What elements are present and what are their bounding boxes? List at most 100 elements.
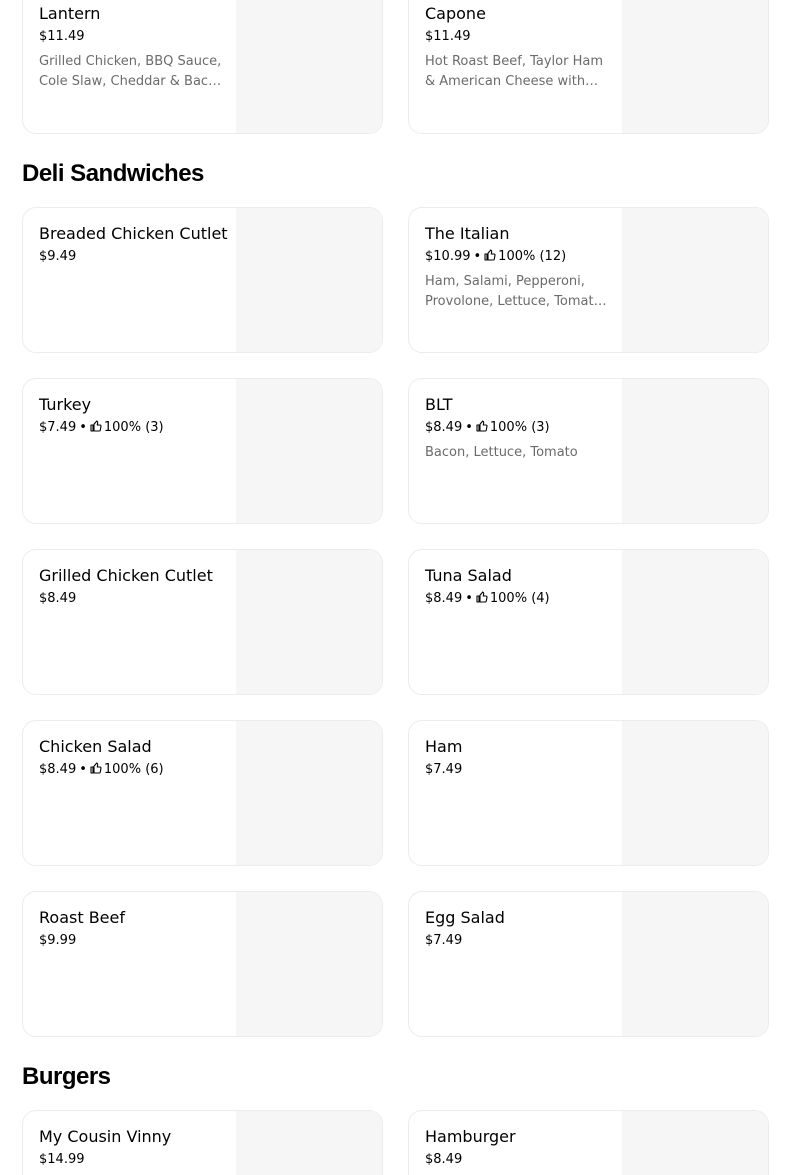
item-price: $7.49 [39,420,77,435]
item-rating: 100% (3) [103,420,164,435]
item-image [622,892,768,1036]
item-meta: $7.49 • 100% (3) [39,419,225,437]
item-price: $10.99 [425,249,471,264]
menu-item-card-capone[interactable]: Capone $11.49 Hot Roast Beef, Taylor Ham… [408,0,769,134]
item-name: Turkey [39,395,92,414]
item-meta: $14.99 [39,1151,225,1169]
item-name: My Cousin Vinny [39,1127,172,1146]
card-info: Tuna Salad $8.49 • 100% (4) [425,565,611,608]
item-price: $8.49 [425,420,463,435]
item-price: $11.49 [39,29,85,44]
item-price: $8.49 [39,762,77,777]
menu-item-card-the-italian[interactable]: The Italian $10.99 • 100% (12) Ham, Salami… [408,207,769,353]
item-name: BLT [425,395,453,414]
card-info: Turkey $7.49 • 100% (3) [39,394,225,437]
item-name: Chicken Salad [39,737,152,756]
item-description: Grilled Chicken, BBQ Sauce, Cole Slaw, C… [39,54,225,89]
menu-item-card-grilled-chicken-cutlet[interactable]: Grilled Chicken Cutlet $8.49 [22,549,383,695]
item-description: Hot Roast Beef, Taylor Ham & American Ch… [425,54,603,89]
item-name: Breaded Chicken Cutlet [39,224,228,243]
card-info: BLT $8.49 • 100% (3) Bacon, Lettuce, Tomat… [425,394,611,463]
item-name: Tuna Salad [425,566,512,585]
item-meta: $9.99 [39,932,225,950]
item-rating: 100% (3) [489,420,550,435]
item-image [236,0,382,133]
card-info: Egg Salad $7.49 [425,907,611,950]
item-image [236,721,382,865]
item-image [236,1111,382,1175]
card-info: Ham $7.49 [425,736,611,779]
thumbs-up-icon [90,420,102,432]
item-image [622,0,768,133]
item-price: $8.49 [39,591,77,606]
item-rating: 100% (4) [489,591,550,606]
menu-item-card-roast-beef[interactable]: Roast Beef $9.99 [22,891,383,1037]
card-info: Breaded Chicken Cutlet $9.49 [39,223,228,266]
menu-item-card-ham[interactable]: Ham $7.49 [408,720,769,866]
card-info: Lantern $11.49 Grilled Chicken, BBQ Sauc… [39,3,225,92]
item-meta: $8.49 • 100% (4) [425,590,611,608]
card-info: Hamburger $8.49 [425,1126,611,1169]
item-description: Ham, Salami, Pepperoni, Provolone, Lettu… [425,274,606,309]
item-price: $11.49 [425,29,471,44]
thumbs-up-icon [476,591,488,603]
item-name: Ham [425,737,463,756]
item-image [622,550,768,694]
item-image [622,379,768,523]
item-price: $9.49 [39,249,77,264]
item-meta: $10.99 • 100% (12) [425,248,611,266]
item-name: Egg Salad [425,908,505,927]
item-price: $8.49 [425,1152,463,1167]
thumbs-up-icon [484,249,496,261]
card-info: The Italian $10.99 • 100% (12) Ham, Salami… [425,223,611,312]
card-info: Grilled Chicken Cutlet $8.49 [39,565,225,608]
menu-item-card-egg-salad[interactable]: Egg Salad $7.49 [408,891,769,1037]
item-meta: $11.49 [39,28,225,46]
menu-item-card-turkey[interactable]: Turkey $7.49 • 100% (3) [22,378,383,524]
item-name: Roast Beef [39,908,125,927]
separator-dot: • [79,762,87,777]
item-rating: 100% (6) [103,762,164,777]
item-rating: 100% (12) [498,249,567,264]
menu-item-card-blt[interactable]: BLT $8.49 • 100% (3) Bacon, Lettuce, Tomat… [408,378,769,524]
separator-dot: • [473,249,482,264]
item-meta: $8.49 • 100% (6) [39,761,225,779]
item-meta: $7.49 [425,761,611,779]
item-image [622,1111,768,1175]
menu-item-card-my-cousin-vinny[interactable]: My Cousin Vinny $14.99 [22,1110,383,1175]
item-price: $14.99 [39,1152,85,1167]
card-info: Chicken Salad $8.49 • 100% (6) [39,736,225,779]
item-image [236,550,382,694]
card-info: Roast Beef $9.99 [39,907,225,950]
item-image [236,379,382,523]
item-description: Bacon, Lettuce, Tomato [425,445,578,460]
item-meta: $8.49 • 100% (3) [425,419,611,437]
item-price: $7.49 [425,933,463,948]
menu-item-card-lantern[interactable]: Lantern $11.49 Grilled Chicken, BBQ Sauc… [22,0,383,134]
section-title-deli-sandwiches: Deli Sandwiches [22,160,204,187]
item-meta: $11.49 [425,28,611,46]
menu-item-card-breaded-chicken-cutlet[interactable]: Breaded Chicken Cutlet $9.49 [22,207,383,353]
menu-item-card-chicken-salad[interactable]: Chicken Salad $8.49 • 100% (6) [22,720,383,866]
menu-item-card-hamburger[interactable]: Hamburger $8.49 [408,1110,769,1175]
item-name: Capone [425,4,486,23]
item-meta: $9.49 [39,248,225,266]
menu-item-card-tuna-salad[interactable]: Tuna Salad $8.49 • 100% (4) [408,549,769,695]
section-title-burgers: Burgers [22,1063,111,1090]
separator-dot: • [79,420,87,435]
item-image [236,892,382,1036]
item-name: Lantern [39,4,101,23]
item-price: $7.49 [425,762,463,777]
card-info: Capone $11.49 Hot Roast Beef, Taylor Ham… [425,3,611,92]
item-image [236,208,382,352]
thumbs-up-icon [476,420,488,432]
item-meta: $8.49 [39,590,225,608]
thumbs-up-icon [90,762,102,774]
separator-dot: • [465,420,473,435]
item-meta: $8.49 [425,1151,611,1169]
item-meta: $7.49 [425,932,611,950]
item-price: $9.99 [39,933,77,948]
separator-dot: • [465,591,473,606]
item-name: The Italian [425,224,510,243]
item-image [622,208,768,352]
